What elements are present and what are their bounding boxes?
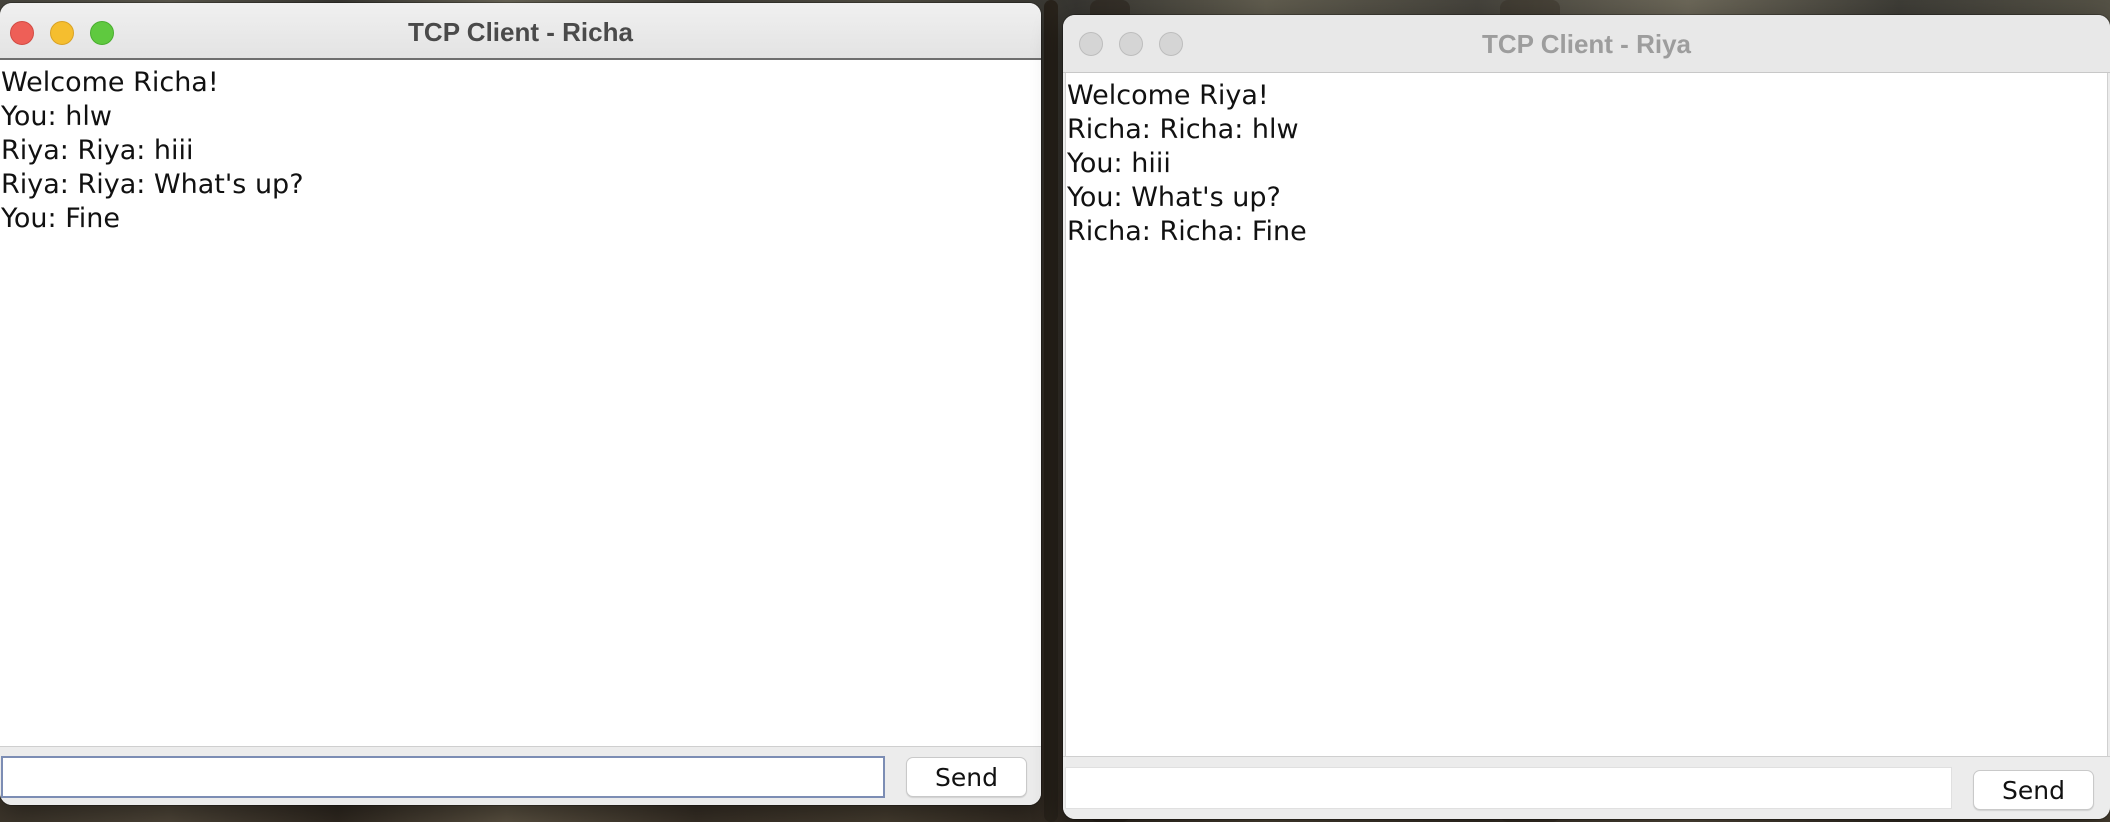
chat-message: You: What's up? (1067, 182, 1281, 213)
chat-message: Welcome Riya! (1067, 80, 1269, 111)
chat-window-riya: TCP Client - Riya Welcome Riya! Richa: R… (1063, 15, 2110, 819)
chat-log[interactable]: Welcome Riya! Richa: Richa: hlw You: hii… (1065, 73, 2108, 757)
chat-log[interactable]: Welcome Richa! You: hlw Riya: Riya: hiii… (0, 60, 1041, 747)
message-input-bar: Send (0, 746, 1041, 805)
chat-message: Riya: Riya: hiii (1, 135, 194, 166)
chat-message: You: hlw (1, 101, 112, 132)
send-button[interactable]: Send (906, 757, 1027, 797)
window-title: TCP Client - Richa (408, 17, 633, 47)
message-input-bar: Send (1063, 756, 2110, 819)
chat-message: Richa: Richa: Fine (1067, 216, 1307, 247)
title-bar[interactable]: TCP Client - Richa (0, 3, 1041, 60)
chat-message: You: Fine (1, 203, 121, 234)
chat-message: Richa: Richa: hlw (1067, 114, 1299, 145)
send-button[interactable]: Send (1973, 770, 2094, 810)
title-bar[interactable]: TCP Client - Riya (1063, 15, 2110, 73)
message-input[interactable] (1065, 767, 1952, 809)
chat-message: You: hiii (1067, 148, 1171, 179)
chat-window-richa: TCP Client - Richa Welcome Richa! You: h… (0, 3, 1041, 805)
chat-message: Welcome Richa! (1, 67, 219, 98)
chat-message: Riya: Riya: What's up? (1, 169, 304, 200)
window-title: TCP Client - Riya (1481, 29, 1691, 59)
message-input[interactable] (1, 756, 885, 798)
background-tree-trunk (1044, 0, 1058, 822)
